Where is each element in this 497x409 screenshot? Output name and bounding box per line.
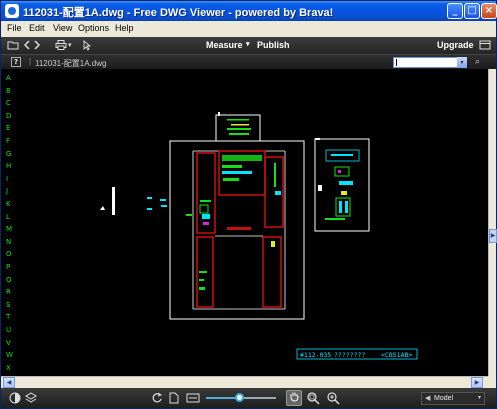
measure-menu[interactable]: Measure (206, 40, 243, 50)
maximize-button[interactable]: □ (464, 3, 480, 19)
ruler-letter-i: I (6, 174, 9, 183)
contrast-icon[interactable] (9, 392, 21, 408)
ruler-letter-b: B (6, 86, 11, 95)
main-toolbar: ▾ Measure ▾ Publish Upgrade (1, 37, 496, 54)
zoom-window-icon[interactable] (307, 392, 320, 409)
select-cursor-icon[interactable] (83, 40, 92, 54)
back-arrow-icon[interactable] (23, 40, 31, 53)
bottom-toolbar: ◀ Model ▾ (1, 388, 496, 408)
horizontal-scrollbar[interactable]: ◀ ▶ (1, 376, 488, 388)
ruler-letter-o: O (6, 250, 12, 259)
drawing-mark-dash (160, 199, 166, 201)
find-icon[interactable]: ⌕ (475, 57, 480, 67)
pan-hand-icon[interactable] (286, 390, 302, 406)
ruler-letter-h: H (6, 162, 12, 171)
ruler-letter-e: E (6, 124, 11, 133)
scrollbar-corner (488, 376, 496, 388)
ruler-letter-g: G (6, 149, 12, 158)
drawing-code-label: #112-035 (300, 351, 331, 359)
drawing-viewport[interactable]: #112-035 ???????? <CBS1AB> (1, 69, 488, 376)
ruler-letter-d: D (6, 111, 12, 120)
print-icon[interactable] (55, 40, 67, 53)
cad-drawing: #112-035 ???????? <CBS1AB> (100, 112, 418, 360)
folder-icon[interactable] (7, 40, 19, 53)
drawing-tag-label: <CBS1AB> (381, 351, 412, 359)
measure-dropdown-icon[interactable]: ▾ (246, 40, 250, 48)
print-dropdown-icon[interactable]: ▾ (68, 40, 72, 51)
menu-options[interactable]: Options (78, 23, 109, 33)
title-bar: 112031-配置1A.dwg - Free DWG Viewer - powe… (1, 1, 497, 21)
zoom-slider-handle[interactable] (234, 393, 244, 402)
rotate-icon[interactable] (151, 392, 163, 408)
vertical-scrollbar[interactable]: ▶ (488, 69, 497, 376)
scroll-right-panel-icon[interactable]: ▶ (489, 229, 497, 243)
scroll-right-icon[interactable]: ▶ (471, 377, 483, 388)
menu-view[interactable]: View (53, 23, 72, 33)
row-ruler: ABCDEFGHIJKLMNOPQRSTUVWX (1, 69, 15, 376)
page-icon[interactable] (169, 392, 179, 408)
toolbar-options-icon[interactable] (479, 40, 491, 53)
menu-help[interactable]: Help (115, 23, 134, 33)
close-button[interactable]: × (481, 3, 497, 19)
ruler-letter-f: F (6, 137, 11, 145)
ruler-letter-p: P (6, 263, 11, 271)
layers-icon[interactable] (25, 392, 37, 408)
ruler-letter-m: M (6, 225, 13, 234)
fit-window-icon[interactable] (186, 392, 200, 408)
zoom-in-icon[interactable] (327, 392, 340, 409)
ruler-letter-s: S (6, 300, 11, 309)
ruler-letter-v: V (6, 338, 11, 347)
ruler-letter-w: W (6, 351, 13, 360)
scroll-left-icon[interactable]: ◀ (3, 377, 15, 388)
tab-separator: | (29, 57, 32, 66)
menu-file[interactable]: File (7, 23, 22, 33)
ruler-letter-c: C (6, 99, 11, 108)
help-button[interactable]: ? (11, 57, 21, 67)
drawing-main-switchboard (169, 140, 305, 320)
search-dropdown-icon[interactable]: ▾ (457, 57, 467, 68)
drawing-placeholder-label: ???????? (334, 351, 365, 359)
drawing-top-cabinet (215, 112, 261, 142)
drawing-mark-dash (186, 214, 192, 216)
search-input[interactable] (393, 57, 467, 68)
ruler-letter-j: J (6, 187, 9, 196)
ruler-letter-n: N (6, 237, 12, 246)
text-caret (396, 59, 397, 66)
ruler-letter-t: T (6, 313, 11, 322)
ruler-letter-r: R (6, 288, 11, 297)
zoom-slider[interactable] (206, 393, 276, 402)
publish-menu[interactable]: Publish (257, 40, 290, 50)
model-layout-value: Model (434, 395, 454, 402)
menu-edit[interactable]: Edit (29, 23, 45, 33)
menu-bar: File Edit View Options Help (1, 21, 496, 37)
drawing-mark-vertical (112, 187, 115, 215)
forward-arrow-icon[interactable] (33, 40, 41, 53)
drawing-mark-dash (161, 205, 167, 207)
model-layout-select[interactable]: ◀ Model ▾ (421, 392, 485, 405)
brava-app-icon[interactable] (5, 4, 19, 18)
window-title: 112031-配置1A.dwg - Free DWG Viewer - powe… (23, 7, 334, 19)
document-tab[interactable]: 112031-配置1A.dwg (35, 58, 106, 69)
ruler-letter-x: X (6, 363, 11, 372)
drawing-title-block: #112-035 ???????? <CBS1AB> (296, 348, 418, 360)
chevron-down-icon: ▾ (477, 395, 481, 401)
ruler-letter-u: U (6, 326, 12, 334)
ruler-letter-k: K (6, 200, 11, 208)
ruler-letter-l: L (6, 212, 10, 221)
drawing-mark-triangle (100, 206, 105, 210)
drawing-right-panel (314, 138, 370, 232)
document-tab-bar: ? | 112031-配置1A.dwg ▾ ⌕ (1, 54, 496, 69)
app-window: 112031-配置1A.dwg - Free DWG Viewer - powe… (0, 0, 497, 409)
minimize-button[interactable]: _ (447, 3, 463, 19)
ruler-letter-a: A (6, 74, 11, 82)
drawing-mark-dash (147, 208, 152, 210)
upgrade-button[interactable]: Upgrade (437, 40, 474, 50)
play-icon: ◀ (425, 395, 431, 402)
ruler-letter-q: Q (6, 275, 12, 284)
drawing-mark-dash (147, 197, 152, 199)
